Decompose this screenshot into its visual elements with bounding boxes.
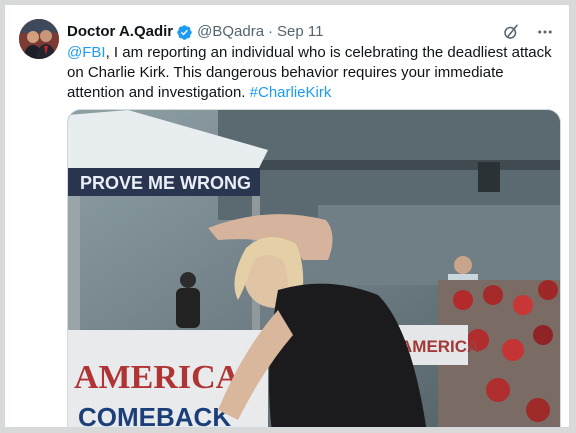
- sign-text-sub: COMEBACK: [78, 402, 231, 428]
- more-icon[interactable]: [535, 22, 555, 42]
- sign-text-right: AMERICA: [400, 337, 479, 356]
- separator-dot: ·: [268, 23, 274, 40]
- tweet-header: Doctor A.Qadir @BQadra · Sep 11: [67, 21, 555, 43]
- media-video-frame: PROVE ME WRONG AMERICA AMERICA COMEBACK: [68, 110, 560, 428]
- avatar-image: [19, 19, 59, 59]
- author-name[interactable]: Doctor A.Qadir: [67, 22, 173, 42]
- avatar[interactable]: [19, 19, 59, 59]
- author-handle[interactable]: @BQadra: [197, 22, 264, 42]
- sign-text-main: AMERICA: [74, 359, 241, 396]
- tweet-media[interactable]: PROVE ME WRONG AMERICA AMERICA COMEBACK: [67, 109, 561, 428]
- tweet-text: @FBI, I am reporting an individual who i…: [67, 43, 557, 103]
- tweet-date[interactable]: Sep 11: [277, 22, 323, 42]
- mention-link[interactable]: @FBI: [67, 44, 106, 61]
- tweet-card[interactable]: Doctor A.Qadir @BQadra · Sep 11 @FBI, I …: [4, 4, 570, 428]
- banner-text: PROVE ME WRONG: [80, 173, 251, 193]
- hashtag-link[interactable]: #CharlieKirk: [250, 84, 332, 101]
- grok-icon[interactable]: [501, 22, 521, 42]
- verified-badge-icon: [176, 24, 193, 41]
